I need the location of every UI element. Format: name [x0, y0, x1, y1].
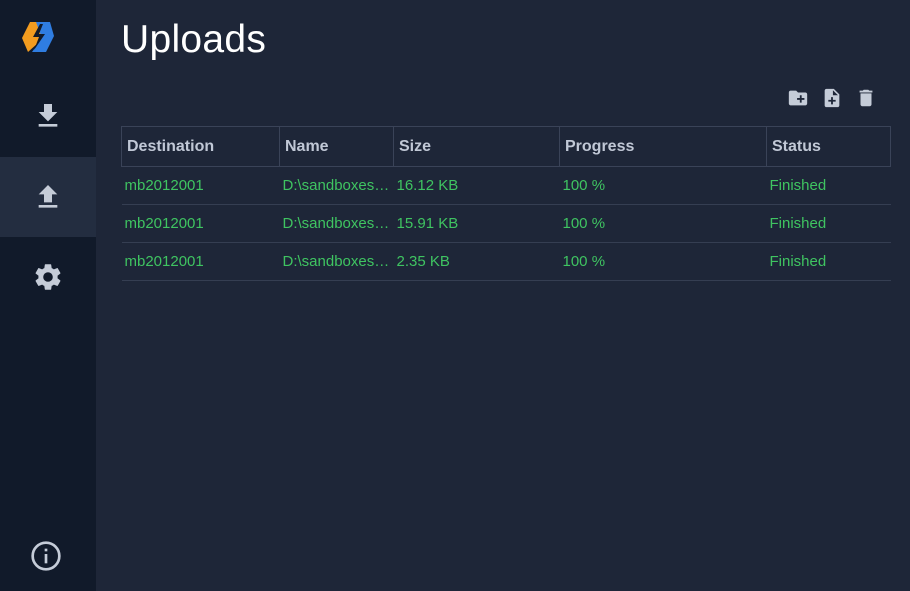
cell-status: Finished [766, 242, 891, 281]
cell-progress: 100 % [559, 204, 767, 243]
table-row[interactable]: mb2012001 D:\sandboxes\... 16.12 KB 100 … [121, 166, 891, 205]
sidebar [0, 0, 96, 591]
column-header-status[interactable]: Status [766, 126, 891, 167]
column-header-name[interactable]: Name [279, 126, 394, 167]
info-button[interactable] [29, 539, 63, 573]
table-row[interactable]: mb2012001 D:\sandboxes\... 15.91 KB 100 … [121, 204, 891, 243]
app-logo [22, 22, 54, 52]
gear-icon [35, 264, 61, 290]
trash-icon [859, 89, 873, 107]
uploads-table: Destination Name Size Progress Status mb… [121, 126, 891, 281]
upload-icon [38, 185, 58, 208]
add-file-button[interactable] [820, 86, 844, 110]
cell-destination: mb2012001 [121, 242, 280, 281]
cell-size: 2.35 KB [393, 242, 560, 281]
download-icon [38, 104, 58, 127]
cell-status: Finished [766, 204, 891, 243]
add-folder-button[interactable] [786, 86, 810, 110]
add-file-icon [824, 88, 840, 108]
cell-size: 16.12 KB [393, 166, 560, 205]
table-row[interactable]: mb2012001 D:\sandboxes\... 2.35 KB 100 %… [121, 242, 891, 281]
column-header-size[interactable]: Size [393, 126, 560, 167]
sidebar-item-downloads[interactable] [0, 76, 96, 156]
info-icon [31, 541, 61, 571]
page-title: Uploads [121, 18, 267, 61]
main-content: Uploads Destination Name Size Progress S… [96, 0, 910, 591]
column-header-destination[interactable]: Destination [121, 126, 280, 167]
table-header-row: Destination Name Size Progress Status [121, 126, 891, 167]
cell-progress: 100 % [559, 166, 767, 205]
cell-destination: mb2012001 [121, 166, 280, 205]
sidebar-item-uploads[interactable] [0, 157, 96, 237]
cell-name: D:\sandboxes\... [279, 204, 394, 243]
cell-size: 15.91 KB [393, 204, 560, 243]
cell-name: D:\sandboxes\... [279, 166, 394, 205]
toolbar [786, 86, 878, 110]
app-window: Uploads Destination Name Size Progress S… [0, 0, 910, 591]
cell-name: D:\sandboxes\... [279, 242, 394, 281]
column-header-progress[interactable]: Progress [559, 126, 767, 167]
add-folder-icon [788, 90, 808, 106]
cell-status: Finished [766, 166, 891, 205]
sidebar-item-settings[interactable] [0, 237, 96, 317]
cell-destination: mb2012001 [121, 204, 280, 243]
delete-button[interactable] [854, 86, 878, 110]
cell-progress: 100 % [559, 242, 767, 281]
